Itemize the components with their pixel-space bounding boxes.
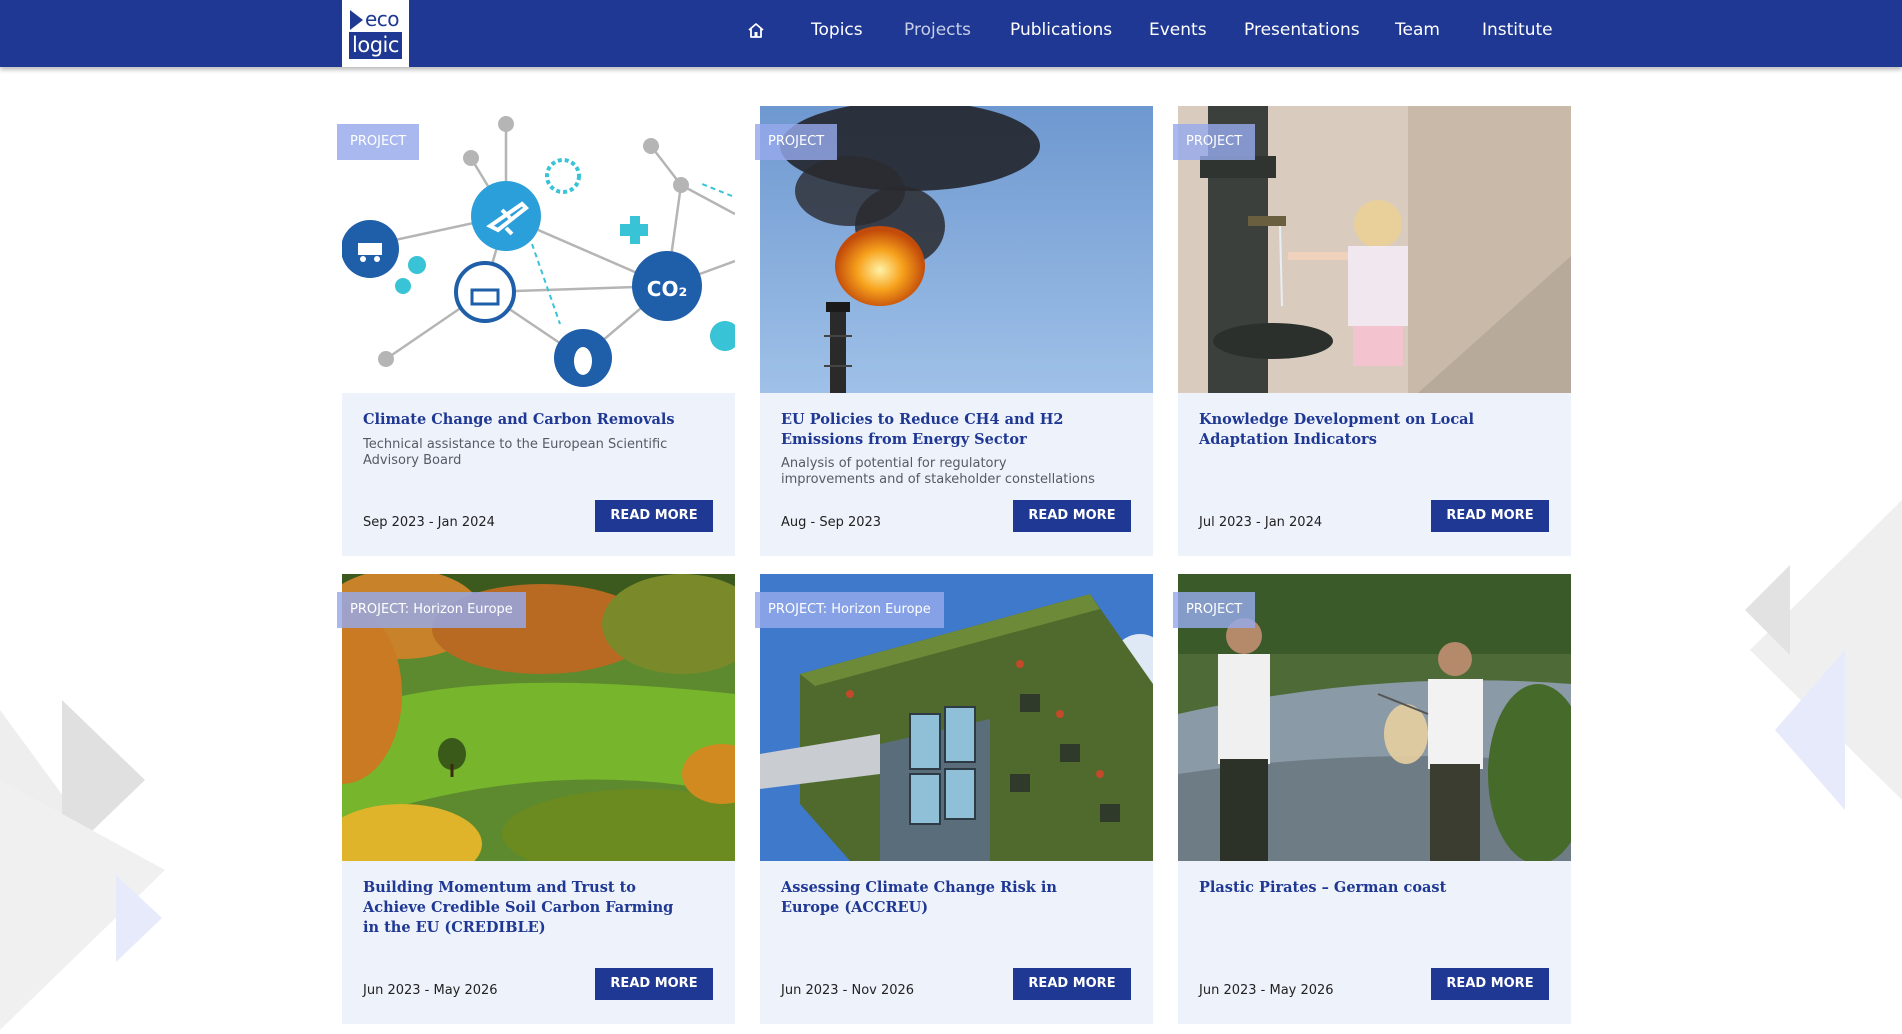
project-title[interactable]: Knowledge Development on Local Adaptatio… [1199, 410, 1519, 450]
project-date: Aug - Sep 2023 [781, 515, 882, 530]
project-card[interactable]: PROJECT: Horizon Europe Assessing Climat… [755, 574, 1153, 1024]
project-date: Jun 2023 - Nov 2026 [781, 983, 915, 998]
project-card[interactable]: CO₂ PROJECT Climate Change and Carbon Re… [337, 106, 735, 556]
nav-item-institute[interactable]: Institute [1482, 20, 1553, 40]
project-title[interactable]: Climate Change and Carbon Removals [363, 410, 683, 430]
project-title[interactable]: Building Momentum and Trust to Achieve C… [363, 878, 683, 938]
project-card[interactable]: PROJECT: Horizon Europe Building Momentu… [337, 574, 735, 1024]
project-subtitle: Analysis of potential for regulatory imp… [781, 456, 1095, 487]
project-date: Jun 2023 - May 2026 [363, 983, 498, 998]
project-card[interactable]: PROJECT Plastic Pirates – German coast J… [1173, 574, 1571, 1024]
project-tag: PROJECT: Horizon Europe [755, 592, 944, 628]
project-title[interactable]: EU Policies to Reduce CH4 and H2 Emissio… [781, 410, 1101, 450]
project-title[interactable]: Assessing Climate Change Risk in Europe … [781, 878, 1101, 918]
project-date: Sep 2023 - Jan 2024 [363, 515, 495, 530]
project-card[interactable]: PROJECT EU Policies to Reduce CH4 and H2… [755, 106, 1153, 556]
read-more-button[interactable]: READ MORE [1013, 968, 1131, 1000]
ecologic-logo[interactable]: eco logic [342, 0, 409, 67]
project-tag: PROJECT [337, 124, 420, 160]
logo-text-logic: logic [349, 32, 402, 59]
nav-item-events[interactable]: Events [1149, 20, 1207, 40]
project-tag: PROJECT [1173, 124, 1256, 160]
nav-item-projects[interactable]: Projects [904, 20, 971, 40]
logo-text-eco: eco [365, 7, 400, 31]
read-more-button[interactable]: READ MORE [595, 968, 713, 1000]
project-card[interactable]: PROJECT Knowledge Development on Local A… [1173, 106, 1571, 556]
project-tag: PROJECT: Horizon Europe [337, 592, 526, 628]
nav-item-publications[interactable]: Publications [1010, 20, 1112, 40]
project-date: Jun 2023 - May 2026 [1199, 983, 1334, 998]
top-navigation-bar: eco logic Topics Projects Publications E… [0, 0, 1902, 67]
read-more-button[interactable]: READ MORE [1013, 500, 1131, 532]
background-triangles-left [0, 700, 165, 1030]
project-tag: PROJECT [755, 124, 838, 160]
nav-item-presentations[interactable]: Presentations [1244, 20, 1360, 40]
nav-item-team[interactable]: Team [1395, 20, 1440, 40]
project-date: Jul 2023 - Jan 2024 [1199, 515, 1323, 530]
nav-item-topics[interactable]: Topics [811, 20, 863, 40]
project-tag: PROJECT [1173, 592, 1256, 628]
home-icon[interactable] [746, 21, 766, 41]
svg-text:CO₂: CO₂ [647, 277, 687, 301]
logo-triangle [350, 10, 363, 30]
read-more-button[interactable]: READ MORE [1431, 500, 1549, 532]
read-more-button[interactable]: READ MORE [595, 500, 713, 532]
project-subtitle: Technical assistance to the European Sci… [363, 437, 668, 468]
background-triangles-right [1745, 500, 1902, 810]
read-more-button[interactable]: READ MORE [1431, 968, 1549, 1000]
project-title[interactable]: Plastic Pirates – German coast [1199, 878, 1519, 898]
